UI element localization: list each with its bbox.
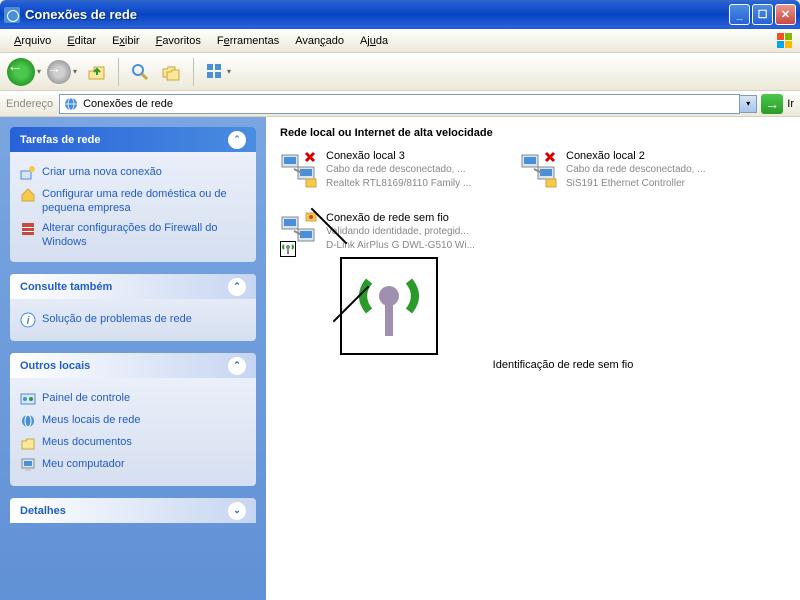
chevron-up-icon: ⌃ bbox=[228, 131, 246, 149]
network-places-icon bbox=[20, 413, 36, 429]
firewall-icon bbox=[20, 221, 36, 237]
menu-ajuda[interactable]: Ajuda bbox=[352, 32, 396, 50]
toolbar: ←▾ →▾ ▾ bbox=[0, 53, 800, 91]
wifi-signal-icon bbox=[280, 241, 296, 257]
menu-arquivo[interactable]: Arquivo bbox=[6, 32, 59, 50]
chevron-up-icon: ⌃ bbox=[228, 278, 246, 296]
menubar: Arquivo Editar Exibir Favoritos Ferramen… bbox=[0, 29, 800, 53]
up-button[interactable] bbox=[82, 57, 112, 87]
link-firewall-settings[interactable]: Alterar configurações do Firewall do Win… bbox=[20, 218, 246, 252]
toolbar-separator bbox=[193, 58, 194, 86]
address-field[interactable]: Conexões de rede bbox=[59, 94, 740, 114]
go-button[interactable]: → bbox=[761, 94, 783, 114]
content-area: Rede local ou Internet de alta velocidad… bbox=[266, 117, 800, 600]
link-control-panel[interactable]: Painel de controle bbox=[20, 388, 246, 410]
info-icon: i bbox=[20, 312, 36, 328]
network-icon bbox=[63, 96, 79, 112]
home-network-icon bbox=[20, 187, 36, 203]
connection-local-3[interactable]: Conexão local 3Cabo da rede desconectado… bbox=[280, 149, 500, 191]
toolbar-separator bbox=[118, 58, 119, 86]
window-controls: _ ☐ ✕ bbox=[729, 4, 796, 25]
menu-exibir[interactable]: Exibir bbox=[104, 32, 148, 50]
panel-see-also: Consulte também⌃ iSolução de problemas d… bbox=[10, 274, 256, 341]
menu-editar[interactable]: Editar bbox=[59, 32, 104, 50]
zoom-label: Identificação de rede sem fio bbox=[340, 359, 786, 371]
close-button[interactable]: ✕ bbox=[775, 4, 796, 25]
panel-header-tasks[interactable]: Tarefas de rede⌃ bbox=[10, 127, 256, 152]
minimize-button[interactable]: _ bbox=[729, 4, 750, 25]
panel-header-other[interactable]: Outros locais⌃ bbox=[10, 353, 256, 378]
folders-button[interactable] bbox=[157, 57, 187, 87]
new-connection-icon bbox=[20, 165, 36, 181]
menu-ferramentas[interactable]: Ferramentas bbox=[209, 32, 287, 50]
titlebar: Conexões de rede _ ☐ ✕ bbox=[0, 0, 800, 29]
link-new-connection[interactable]: Criar uma nova conexão bbox=[20, 162, 246, 184]
addressbar: Endereço Conexões de rede ▾ → Ir bbox=[0, 91, 800, 117]
panel-network-tasks: Tarefas de rede⌃ Criar uma nova conexão … bbox=[10, 127, 256, 262]
sidebar: Tarefas de rede⌃ Criar uma nova conexão … bbox=[0, 117, 266, 600]
address-value: Conexões de rede bbox=[83, 98, 173, 110]
connection-local-2[interactable]: Conexão local 2Cabo da rede desconectado… bbox=[520, 149, 740, 191]
panel-other-places: Outros locais⌃ Painel de controle Meus l… bbox=[10, 353, 256, 486]
address-label: Endereço bbox=[6, 98, 53, 110]
link-troubleshoot[interactable]: iSolução de problemas de rede bbox=[20, 309, 246, 331]
link-network-places[interactable]: Meus locais de rede bbox=[20, 410, 246, 432]
menu-avancado[interactable]: Avançado bbox=[287, 32, 352, 50]
back-button[interactable]: ←▾ bbox=[6, 57, 42, 87]
section-title: Rede local ou Internet de alta velocidad… bbox=[280, 127, 786, 139]
wifi-signal-zoom-icon bbox=[340, 257, 438, 355]
windows-flag-icon bbox=[776, 32, 794, 50]
search-button[interactable] bbox=[125, 57, 155, 87]
menu-favoritos[interactable]: Favoritos bbox=[148, 32, 209, 50]
link-setup-network[interactable]: Configurar uma rede doméstica ou de pequ… bbox=[20, 184, 246, 218]
connection-wireless[interactable]: Conexão de rede sem fioValidando identid… bbox=[280, 211, 500, 253]
panel-details: Detalhes⌄ bbox=[10, 498, 256, 523]
forward-button[interactable]: →▾ bbox=[44, 57, 80, 87]
lan-disconnected-icon bbox=[520, 149, 560, 189]
panel-header-seealso[interactable]: Consulte também⌃ bbox=[10, 274, 256, 299]
chevron-down-icon: ⌄ bbox=[228, 502, 246, 520]
chevron-up-icon: ⌃ bbox=[228, 357, 246, 375]
computer-icon bbox=[20, 457, 36, 473]
maximize-button[interactable]: ☐ bbox=[752, 4, 773, 25]
window-title: Conexões de rede bbox=[25, 7, 729, 22]
go-label: Ir bbox=[787, 98, 794, 110]
link-my-documents[interactable]: Meus documentos bbox=[20, 432, 246, 454]
panel-header-details[interactable]: Detalhes⌄ bbox=[10, 498, 256, 523]
control-panel-icon bbox=[20, 391, 36, 407]
lan-disconnected-icon bbox=[280, 149, 320, 189]
link-my-computer[interactable]: Meu computador bbox=[20, 454, 246, 476]
address-dropdown[interactable]: ▾ bbox=[740, 95, 757, 113]
app-icon bbox=[4, 7, 20, 23]
documents-icon bbox=[20, 435, 36, 451]
zoom-callout: Identificação de rede sem fio bbox=[340, 257, 786, 371]
views-button[interactable]: ▾ bbox=[200, 57, 236, 87]
